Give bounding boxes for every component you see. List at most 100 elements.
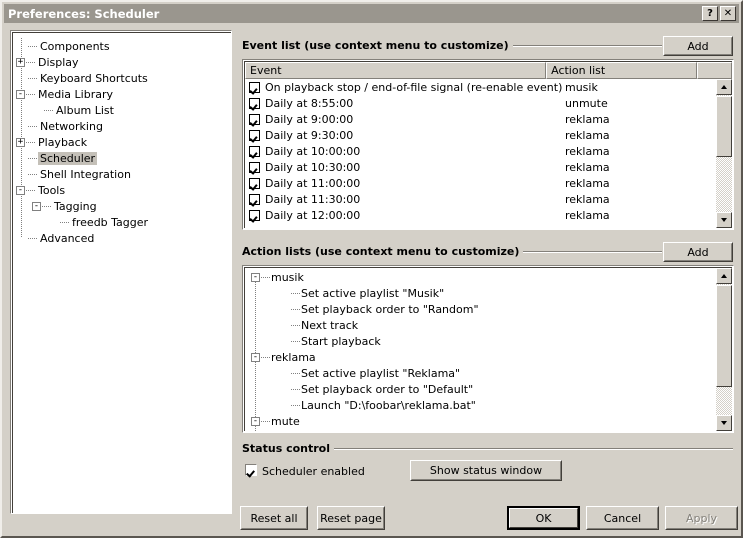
event-action-list: reklama <box>565 113 725 126</box>
action-row-label: Set playback order to "Random" <box>301 303 479 316</box>
tree-item-freedb-tagger[interactable]: freedb Tagger <box>13 214 231 230</box>
tree-item-display[interactable]: +Display <box>13 54 231 70</box>
event-row[interactable]: Daily at 11:30:00reklama <box>245 191 732 207</box>
event-name: Daily at 8:55:00 <box>265 97 565 110</box>
scheduler-enabled-label: Scheduler enabled <box>262 465 365 478</box>
event-row[interactable]: Daily at 9:00:00reklama <box>245 111 732 127</box>
event-enabled-checkbox[interactable] <box>249 114 260 125</box>
event-list-add-button[interactable]: Add <box>663 36 733 56</box>
event-row[interactable]: Daily at 11:00:00reklama <box>245 175 732 191</box>
event-enabled-checkbox[interactable] <box>249 82 260 93</box>
tree-item-label: freedb Tagger <box>70 216 150 229</box>
scroll-up-icon[interactable] <box>716 268 732 284</box>
tree-item-tagging[interactable]: -Tagging <box>13 198 231 214</box>
event-enabled-checkbox[interactable] <box>249 162 260 173</box>
event-row[interactable]: Daily at 10:30:00reklama <box>245 159 732 175</box>
action-row[interactable]: Set playback order to "Default" <box>245 381 732 397</box>
column-header-action-list[interactable]: Action list <box>546 62 697 79</box>
action-lists-box[interactable]: -musik Set active playlist "Musik" Set pla… <box>242 265 734 433</box>
event-enabled-checkbox[interactable] <box>249 98 260 109</box>
scroll-down-icon[interactable] <box>716 212 732 228</box>
action-lists-scroll-thumb[interactable] <box>716 285 732 387</box>
tree-item-playback[interactable]: +Playback <box>13 134 231 150</box>
tree-connector-icon <box>59 214 70 230</box>
action-row-label: mute <box>271 415 300 428</box>
collapse-icon[interactable]: - <box>32 202 41 211</box>
collapse-icon[interactable]: - <box>16 186 25 195</box>
reset-all-button[interactable]: Reset all <box>240 506 308 530</box>
event-list-box[interactable]: Event Action list On playback stop / end… <box>242 59 734 230</box>
ok-button[interactable]: OK <box>507 506 580 530</box>
action-row[interactable]: Start playback <box>245 333 732 349</box>
action-row[interactable]: Next track <box>245 317 732 333</box>
action-lists-scrollbar[interactable] <box>716 268 732 431</box>
event-name: Daily at 11:00:00 <box>265 177 565 190</box>
event-name: Daily at 10:30:00 <box>265 161 565 174</box>
event-row[interactable]: On playback stop / end-of-file signal (r… <box>245 79 732 95</box>
column-header-blank[interactable] <box>697 62 732 79</box>
collapse-icon[interactable]: - <box>251 353 260 362</box>
tree-item-media-library[interactable]: -Media Library <box>13 86 231 102</box>
action-lists-group-label: Action lists (use context menu to custom… <box>242 245 523 258</box>
event-action-list: reklama <box>565 145 725 158</box>
action-row[interactable]: Set playback order to "Random" <box>245 301 732 317</box>
tree-item-label: Scheduler <box>38 152 97 165</box>
event-enabled-checkbox[interactable] <box>249 130 260 141</box>
event-enabled-checkbox[interactable] <box>249 210 260 221</box>
close-icon[interactable]: ✕ <box>720 6 736 21</box>
action-tree-connector-icon <box>260 413 271 429</box>
action-row[interactable]: Set active playlist "Musik" <box>245 285 732 301</box>
event-row[interactable]: Daily at 9:30:00reklama <box>245 127 732 143</box>
event-list-scroll-thumb[interactable] <box>716 96 732 157</box>
tree-item-advanced[interactable]: Advanced <box>13 230 231 246</box>
show-status-window-button[interactable]: Show status window <box>410 460 562 481</box>
scroll-up-icon[interactable] <box>716 79 732 95</box>
action-list-group-row[interactable]: - mute <box>245 413 732 429</box>
collapse-icon[interactable]: - <box>16 90 25 99</box>
tree-item-album-list[interactable]: Album List <box>13 102 231 118</box>
preferences-tree[interactable]: Components+DisplayKeyboard Shortcuts-Med… <box>10 30 232 514</box>
column-header-event[interactable]: Event <box>245 62 546 79</box>
event-row[interactable]: Daily at 8:55:00unmute <box>245 95 732 111</box>
event-name: Daily at 10:00:00 <box>265 145 565 158</box>
tree-item-keyboard-shortcuts[interactable]: Keyboard Shortcuts <box>13 70 231 86</box>
action-row[interactable]: Set active playlist "Reklama" <box>245 365 732 381</box>
status-control-group-line <box>308 448 733 450</box>
tree-connector-icon <box>27 230 38 246</box>
tree-item-shell-integration[interactable]: Shell Integration <box>13 166 231 182</box>
cancel-button[interactable]: Cancel <box>586 506 659 530</box>
action-lists-add-button[interactable]: Add <box>663 242 733 262</box>
event-list-group-label: Event list (use context menu to customiz… <box>242 39 513 52</box>
action-row-label: Set volume to -100.00 dB with fade durin… <box>301 431 601 432</box>
event-list-scrollbar[interactable] <box>716 79 732 228</box>
tree-item-components[interactable]: Components <box>13 38 231 54</box>
action-lists-rows: -musik Set active playlist "Musik" Set pla… <box>245 268 732 431</box>
tree-item-networking[interactable]: Networking <box>13 118 231 134</box>
event-enabled-checkbox[interactable] <box>249 178 260 189</box>
scheduler-enabled-checkbox[interactable] <box>245 464 257 476</box>
collapse-icon[interactable]: - <box>251 273 260 282</box>
event-row[interactable]: Daily at 10:00:00reklama <box>245 143 732 159</box>
event-list-inner: Event Action list On playback stop / end… <box>244 61 732 228</box>
tree-item-scheduler[interactable]: Scheduler <box>13 150 231 166</box>
title-bar-buttons: ? ✕ <box>702 6 736 21</box>
event-enabled-checkbox[interactable] <box>249 194 260 205</box>
event-row[interactable]: Daily at 12:00:00reklama <box>245 207 732 223</box>
tree-item-label: Components <box>38 40 112 53</box>
action-list-group-row[interactable]: -musik <box>245 269 732 285</box>
action-list-group-row[interactable]: - reklama <box>245 349 732 365</box>
collapse-icon[interactable]: - <box>251 417 260 426</box>
expand-icon[interactable]: + <box>16 138 25 147</box>
apply-button[interactable]: Apply <box>665 506 738 530</box>
scroll-down-icon[interactable] <box>716 415 732 431</box>
action-row[interactable]: Launch "D:\foobar\reklama.bat" <box>245 397 732 413</box>
action-row[interactable]: Set volume to -100.00 dB with fade durin… <box>245 429 732 431</box>
action-tree-connector-icon <box>290 381 301 397</box>
action-row-label: reklama <box>271 351 316 364</box>
reset-page-button[interactable]: Reset page <box>317 506 385 530</box>
event-enabled-checkbox[interactable] <box>249 146 260 157</box>
expand-icon[interactable]: + <box>16 58 25 67</box>
action-row-label: Set active playlist "Musik" <box>301 287 444 300</box>
help-icon[interactable]: ? <box>702 6 718 21</box>
tree-item-tools[interactable]: -Tools <box>13 182 231 198</box>
